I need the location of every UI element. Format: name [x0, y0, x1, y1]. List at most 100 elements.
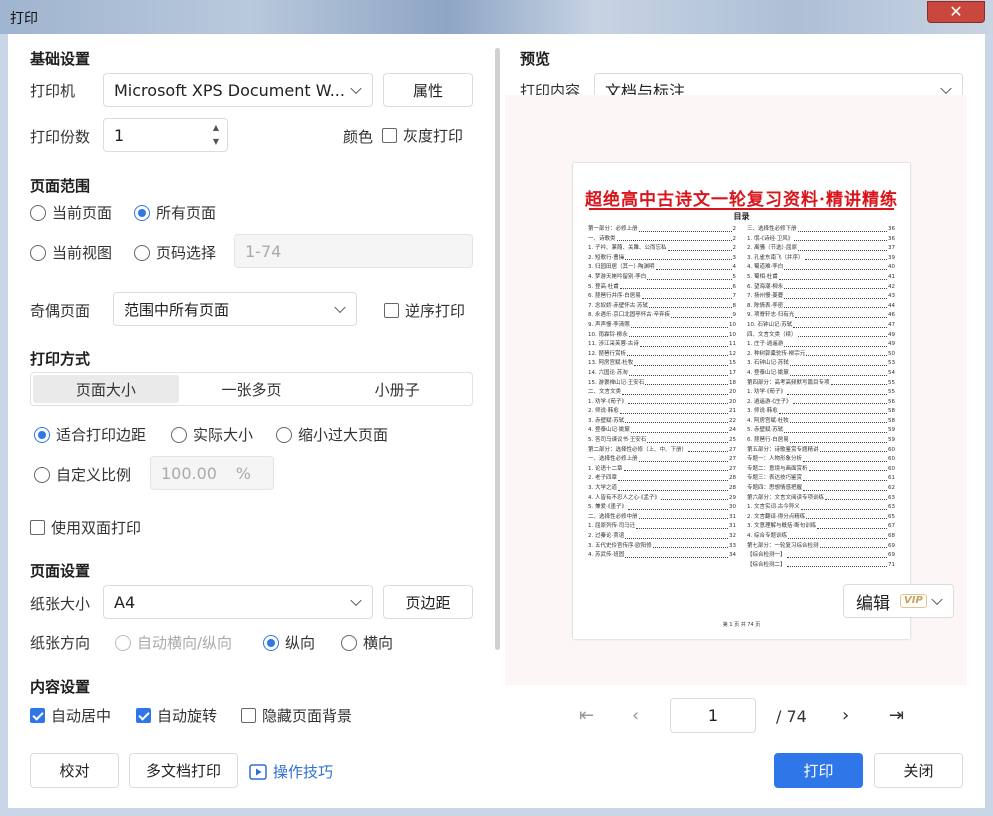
all-pages-radio[interactable]: [134, 204, 150, 221]
toc-leader: [803, 455, 887, 462]
properties-button[interactable]: 属性: [383, 73, 473, 107]
copies-stepper[interactable]: 1 ▲ ▼: [103, 118, 228, 152]
print-button[interactable]: 打印: [774, 753, 863, 788]
duplex-checkbox[interactable]: [30, 520, 45, 535]
current-view-option[interactable]: 当前视图: [30, 242, 112, 263]
orientation-label: 纸张方向: [30, 634, 91, 652]
portrait-label: 纵向: [285, 634, 316, 652]
toc-entry: 4. 登泰山记·姚鼐 24: [588, 426, 736, 436]
toc-entry-page: 55: [888, 389, 895, 396]
page-number-input[interactable]: 1: [670, 698, 756, 733]
toc-entry: 一、诗歌类 2: [588, 235, 736, 245]
scale-input[interactable]: 100.00 %: [150, 456, 274, 490]
odd-even-select[interactable]: 范围中所有页面: [113, 292, 357, 326]
toc-entry-title: 11. 涉江采芙蓉·古诗: [588, 341, 639, 348]
tab-page-size[interactable]: 页面大小: [33, 375, 179, 403]
toc-leader: [778, 273, 887, 280]
toc-entry-page: 24: [729, 427, 736, 434]
toc-entry-title: 5. 赤壁赋·苏轼: [747, 427, 784, 434]
custom-scale-option[interactable]: 自定义比例: [34, 464, 131, 485]
toc-entry: 2. 种树郭橐驼传·柳宗元 50: [747, 350, 895, 360]
margin-button[interactable]: 页边距: [383, 585, 473, 619]
landscape-option[interactable]: 横向: [341, 632, 393, 653]
landscape-label: 横向: [363, 634, 394, 652]
auto-orientation-radio[interactable]: [115, 634, 131, 651]
page-select-radio[interactable]: [134, 244, 150, 261]
grayscale-option[interactable]: 灰度打印: [382, 125, 463, 146]
paper-size-select[interactable]: A4: [103, 585, 373, 619]
left-panel-scrollbar[interactable]: [495, 48, 500, 650]
printer-select[interactable]: Microsoft XPS Document W...: [103, 73, 373, 107]
toc-entry: 3. 文意理解与概括·断句训练 67: [747, 522, 895, 532]
fit-margin-option[interactable]: 适合打印边距: [34, 424, 146, 445]
toc-leader: [795, 311, 887, 318]
toc-entry: 2. 离骚（节选）·屈原 37: [747, 244, 895, 254]
custom-scale-radio[interactable]: [34, 466, 50, 483]
toc-entry: 2. 师说·韩愈 21: [588, 407, 736, 417]
toc-entry-title: 第五部分：诗歌鉴赏专题精讲: [747, 446, 819, 453]
toc-entry-page: 17: [729, 369, 736, 376]
tab-multi-page[interactable]: 一张多页: [179, 375, 325, 403]
toc-leader: [655, 263, 732, 270]
toc-entry: 1. 氓·《诗经·卫风》 36: [747, 235, 895, 245]
auto-center-option[interactable]: 自动居中: [30, 705, 111, 726]
reverse-option[interactable]: 逆序打印: [384, 300, 465, 321]
copies-value: 1: [114, 125, 125, 145]
toc-entry: 1. 论语十二章 27: [588, 465, 736, 475]
auto-center-checkbox[interactable]: [30, 708, 45, 723]
toc-entry: 5. 登高·杜甫 6: [588, 283, 736, 293]
toc-entry: 5. 赤壁赋·苏轼 59: [747, 426, 895, 436]
toc-entry: 3. 归园田居（其一）·陶渊明 4: [588, 263, 736, 273]
auto-rotate-option[interactable]: 自动旋转: [136, 705, 217, 726]
fit-margin-radio[interactable]: [34, 426, 50, 443]
edit-button[interactable]: 编辑 VIP: [843, 584, 954, 618]
vip-badge: VIP: [900, 594, 927, 608]
toc-entry: 【综合检测一】 69: [747, 551, 895, 561]
toc-entry-page: 44: [888, 302, 895, 309]
toc-left-column: 第一部分：必修上册 2 一、诗歌类 2 1. 子衿、蒹葭、关雎、公而忘私 2 2. 短歌行·…: [588, 225, 736, 561]
portrait-radio[interactable]: [263, 634, 279, 651]
current-view-radio[interactable]: [30, 244, 46, 261]
duplex-option[interactable]: 使用双面打印: [30, 517, 141, 538]
shrink-large-radio[interactable]: [276, 426, 292, 443]
toc-entry-title: 3. 孔雀东南飞（并序）: [747, 254, 804, 261]
toc-entry: 2. 逍遥游·《庄子》 56: [747, 398, 895, 408]
tab-booklet[interactable]: 小册子: [324, 375, 470, 403]
toc-entry-page: 22: [729, 417, 736, 424]
page-select-option[interactable]: 页码选择: [134, 242, 216, 263]
doc-title-rule: [589, 208, 894, 210]
last-page-icon[interactable]: ⇥: [889, 705, 904, 726]
hide-background-checkbox[interactable]: [241, 708, 256, 723]
toc-leader: [630, 426, 728, 434]
reverse-checkbox[interactable]: [384, 303, 399, 318]
proofread-button[interactable]: 校对: [30, 753, 119, 788]
actual-size-label: 实际大小: [193, 426, 254, 444]
tips-link[interactable]: 操作技巧: [249, 761, 333, 782]
current-page-radio[interactable]: [30, 204, 46, 221]
auto-rotate-checkbox[interactable]: [136, 708, 151, 723]
first-page-icon[interactable]: ⇤: [579, 705, 594, 726]
portrait-option[interactable]: 纵向: [263, 632, 315, 653]
auto-orientation-option[interactable]: 自动横向/纵向: [115, 632, 232, 653]
stepper-up-icon[interactable]: ▲: [213, 123, 219, 132]
close-dialog-button[interactable]: 关闭: [874, 753, 963, 788]
grayscale-checkbox[interactable]: [382, 128, 397, 143]
prev-page-icon[interactable]: ‹: [632, 705, 639, 726]
all-pages-option[interactable]: 所有页面: [134, 202, 216, 223]
close-button[interactable]: ✕: [927, 1, 985, 23]
toc-entry-page: 3: [732, 254, 737, 261]
current-page-option[interactable]: 当前页面: [30, 202, 112, 223]
toc-leader: [800, 503, 887, 510]
actual-size-radio[interactable]: [171, 426, 187, 443]
odd-even-label: 奇偶页面: [30, 302, 91, 320]
next-page-icon[interactable]: ›: [842, 705, 849, 726]
multi-doc-print-button[interactable]: 多文档打印: [129, 753, 238, 788]
toc-entry: 3. 五代史伶官传序·欧阳修 33: [588, 542, 736, 552]
actual-size-option[interactable]: 实际大小: [171, 424, 253, 445]
stepper-down-icon[interactable]: ▼: [213, 137, 219, 146]
page-select-input[interactable]: 1-74: [234, 234, 473, 268]
toc-entry-page: 8: [732, 302, 737, 309]
shrink-large-option[interactable]: 缩小过大页面: [276, 424, 388, 445]
landscape-radio[interactable]: [341, 634, 357, 651]
hide-background-option[interactable]: 隐藏页面背景: [241, 705, 352, 726]
